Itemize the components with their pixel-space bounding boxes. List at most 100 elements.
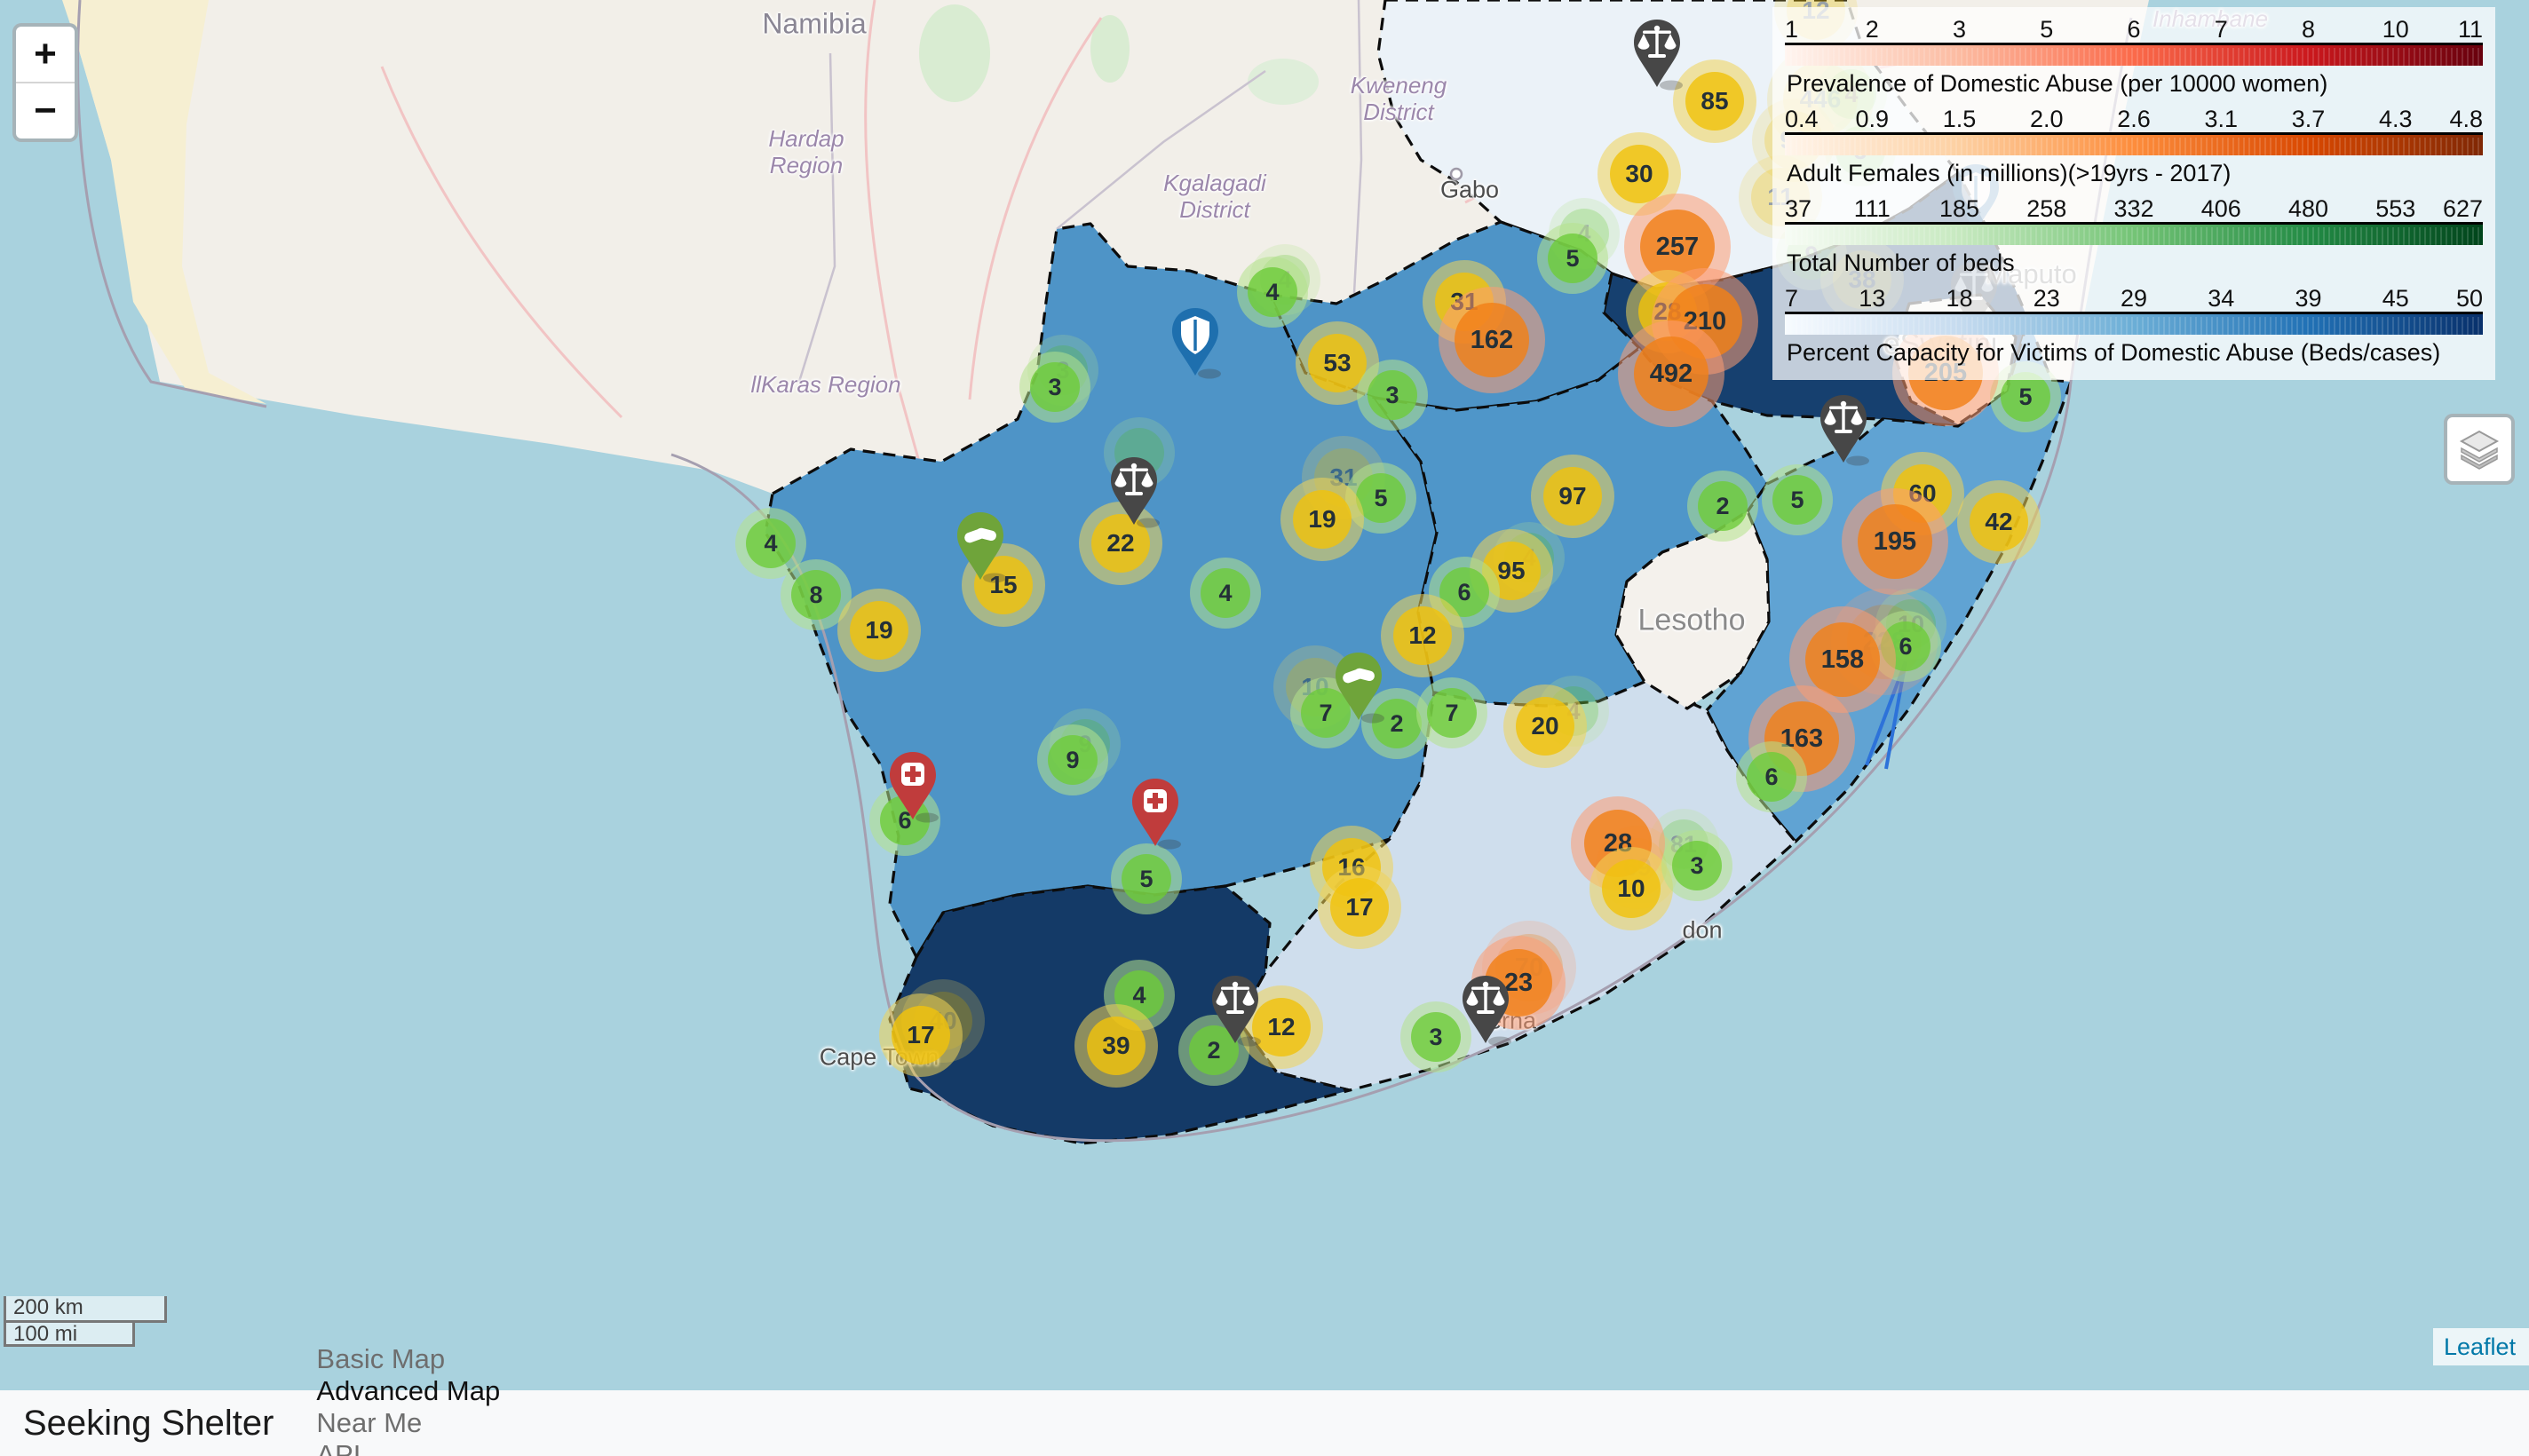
cluster-marker[interactable]: 12 [1381, 594, 1464, 677]
scales-pin-marker[interactable] [1818, 393, 1869, 466]
scales-icon [1818, 393, 1869, 466]
scales-pin-marker[interactable] [1108, 455, 1160, 528]
legend-tick: 480 [2288, 195, 2328, 223]
cluster-count: 4 [1218, 580, 1232, 607]
cluster-count: 195 [1874, 527, 1916, 557]
nav-link-api[interactable]: API [316, 1439, 500, 1456]
cluster-count: 3 [1429, 1024, 1442, 1051]
legend-tick: 4.3 [2379, 106, 2413, 133]
scales-pin-marker[interactable] [1209, 974, 1261, 1047]
legend-tick: 10 [2382, 16, 2409, 44]
legend-tick: 1 [1785, 16, 1798, 44]
legend-tick: 7 [1785, 285, 1798, 313]
leaflet-map[interactable]: NamibiaHardap RegionllKaras RegionKwenen… [0, 0, 2529, 1390]
cluster-count: 20 [1531, 712, 1558, 740]
legend-tick: 50 [2456, 285, 2483, 313]
cluster-marker[interactable]: 4 [1190, 558, 1261, 629]
legend-tick: 4.8 [2449, 106, 2483, 133]
cluster-count: 4 [1265, 279, 1279, 306]
cluster-count: 492 [1650, 360, 1693, 389]
cluster-count: 10 [1617, 874, 1645, 903]
hands-pin-marker[interactable] [955, 510, 1006, 583]
cluster-marker[interactable]: 4 [1237, 257, 1308, 328]
legend-gradient-bar [1785, 132, 2483, 155]
cluster-marker[interactable]: 5 [1537, 223, 1608, 294]
legend-gradient-bar [1785, 43, 2483, 66]
cluster-count: 6 [1764, 764, 1778, 791]
cluster-marker[interactable]: 195 [1842, 488, 1948, 595]
scales-pin-marker[interactable] [1631, 18, 1683, 91]
cluster-count: 6 [1457, 579, 1471, 606]
legend-scale: 0.40.91.52.02.63.13.74.34.8Adult Females… [1785, 106, 2483, 189]
cluster-marker[interactable]: 19 [837, 589, 921, 672]
cluster-marker[interactable]: 17 [1318, 866, 1401, 949]
cluster-marker[interactable]: 42 [1957, 480, 2041, 564]
legend-tick: 18 [1946, 285, 1972, 313]
legend-tick: 332 [2113, 195, 2153, 223]
cluster-marker[interactable]: 9 [1037, 724, 1108, 795]
cluster-count: 2 [1716, 493, 1729, 520]
cluster-marker[interactable]: 17 [879, 993, 963, 1077]
legend-tick: 406 [2201, 195, 2241, 223]
cluster-marker[interactable]: 5 [1111, 843, 1182, 914]
cluster-count: 19 [865, 616, 892, 645]
cluster-marker[interactable]: 7 [1416, 677, 1487, 748]
attribution-link[interactable]: Leaflet [2433, 1328, 2529, 1365]
legend-tick: 3.7 [2292, 106, 2326, 133]
park-patch [1248, 59, 1319, 105]
legend-tick: 11 [2458, 16, 2483, 44]
cluster-count: 3 [1048, 374, 1061, 401]
cluster-count: 12 [1408, 621, 1436, 650]
cluster-count: 6 [1899, 633, 1912, 661]
cluster-marker[interactable]: 19 [1280, 478, 1364, 561]
legend-caption: Prevalence of Domestic Abuse (per 10000 … [1785, 66, 2483, 99]
nav-link-basic-map[interactable]: Basic Map [316, 1343, 500, 1375]
cluster-count: 5 [1374, 485, 1387, 512]
zoom-out-button[interactable]: − [16, 83, 75, 138]
legend-tick: 2 [1866, 16, 1879, 44]
cluster-marker[interactable]: 20 [1503, 684, 1587, 768]
gaborone-dot [1451, 169, 1462, 179]
legend-tick: 111 [1854, 195, 1891, 223]
cluster-count: 17 [907, 1021, 934, 1049]
medical-pin-marker[interactable] [1130, 777, 1181, 850]
legend-tick: 553 [2375, 195, 2415, 223]
cluster-count: 3 [1690, 852, 1703, 880]
legend-tick: 3 [1953, 16, 1966, 44]
cluster-marker[interactable]: 3 [1019, 352, 1090, 423]
cluster-marker[interactable]: 492 [1618, 320, 1724, 427]
legend-tick: 5 [2040, 16, 2053, 44]
cluster-marker[interactable]: 10 [1590, 847, 1673, 930]
nav-link-advanced-map[interactable]: Advanced Map [316, 1375, 500, 1407]
legend-tick: 34 [2208, 285, 2234, 313]
cluster-count: 53 [1323, 349, 1351, 377]
cluster-marker[interactable]: 5 [1762, 464, 1833, 535]
legend-tick: 8 [2302, 16, 2315, 44]
cluster-marker[interactable]: 162 [1439, 287, 1545, 393]
medical-pin-marker[interactable] [887, 750, 939, 823]
scales-pin-marker[interactable] [1460, 974, 1511, 1047]
cluster-count: 42 [1985, 508, 2012, 536]
legend-tick: 0.4 [1785, 106, 1819, 133]
cluster-marker[interactable]: 2 [1687, 471, 1758, 542]
legend-caption: Percent Capacity for Victims of Domestic… [1785, 335, 2483, 368]
cluster-marker[interactable]: 3 [1357, 360, 1428, 431]
layers-control-button[interactable] [2444, 414, 2515, 485]
cluster-count: 4 [1132, 982, 1146, 1009]
zoom-in-button[interactable]: + [16, 27, 75, 82]
cluster-marker[interactable]: 39 [1074, 1004, 1158, 1088]
legend-gradient-bar [1785, 222, 2483, 245]
cluster-marker[interactable]: 6 [1736, 741, 1807, 812]
legend-tick: 1.5 [1943, 106, 1977, 133]
hands-pin-marker[interactable] [1333, 651, 1384, 724]
scale-control: 200 km 100 mi [4, 1296, 167, 1347]
brand-title[interactable]: Seeking Shelter [23, 1404, 274, 1444]
legend-tick: 3.1 [2204, 106, 2238, 133]
legend-ticks: 37111185258332406480553627 [1785, 195, 2483, 222]
cluster-count: 158 [1821, 645, 1864, 675]
shield-pin-marker[interactable] [1169, 306, 1221, 379]
cluster-marker[interactable]: 3 [1661, 830, 1732, 901]
cluster-marker[interactable]: 85 [1673, 59, 1756, 143]
nav-link-near-me[interactable]: Near Me [316, 1407, 500, 1439]
legend-tick: 0.9 [1855, 106, 1889, 133]
